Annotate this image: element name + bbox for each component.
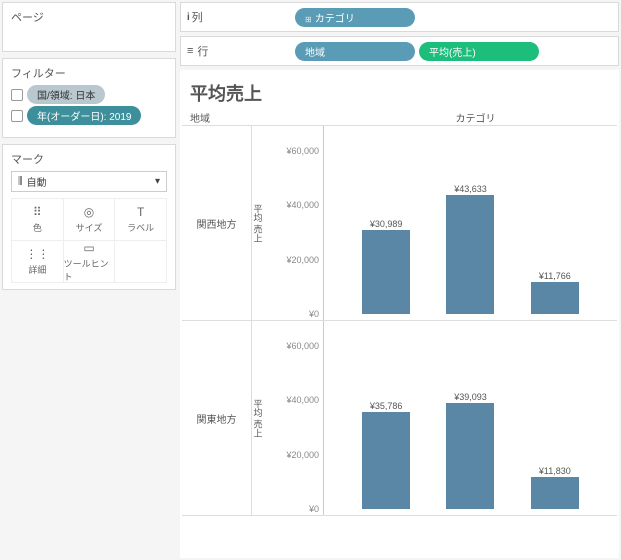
- columns-icon: iii: [187, 12, 188, 23]
- bar[interactable]: ¥30,989: [359, 219, 414, 314]
- bar-value-label: ¥43,633: [454, 184, 487, 194]
- mark-icon: ⋮⋮: [30, 247, 44, 261]
- mark-card-サイズ[interactable]: ◎ サイズ: [64, 199, 116, 241]
- marks-type-dropdown[interactable]: ⫼ 自動 ▾: [11, 171, 167, 192]
- y-tick: ¥20,000: [286, 255, 319, 265]
- bar-value-label: ¥35,786: [370, 401, 403, 411]
- y-axis-label: 平均 売上: [252, 204, 265, 243]
- y-tick: ¥40,000: [286, 200, 319, 210]
- filter-pill-label: 国/領域: 日本: [27, 85, 105, 104]
- viz-title: 平均売上: [180, 70, 619, 110]
- y-tick: ¥60,000: [286, 146, 319, 156]
- mark-card-ラベル[interactable]: T ラベル: [115, 199, 167, 241]
- rows-shelf-label: 行: [197, 43, 208, 59]
- mark-label: 色: [33, 221, 42, 234]
- bar-chart-icon: ⫼: [18, 176, 23, 187]
- y-tick: ¥0: [309, 504, 319, 514]
- y-ticks: ¥0 ¥20,000 ¥40,000 ¥60,000: [264, 321, 324, 515]
- field-icon: [11, 110, 23, 122]
- region-label: 関東地方: [182, 321, 252, 515]
- bar-value-label: ¥30,989: [370, 219, 403, 229]
- filter-pill-label: 年(オーダー日): 2019: [27, 106, 141, 125]
- field-type-icon: ⊞: [305, 15, 312, 24]
- marks-title: マーク: [11, 151, 167, 167]
- bar-rect: [531, 477, 579, 509]
- mark-label: ラベル: [127, 221, 154, 234]
- filter-pill[interactable]: 年(オーダー日): 2019: [11, 106, 167, 125]
- mark-card-empty: [115, 241, 167, 283]
- bar[interactable]: ¥11,766: [527, 271, 582, 314]
- mark-card-色[interactable]: ⠿色: [12, 199, 64, 241]
- mark-label: ツールヒント: [64, 257, 115, 283]
- y-tick: ¥20,000: [286, 450, 319, 460]
- pill-label: カテゴリ: [315, 14, 355, 25]
- mark-icon: ◎: [82, 205, 96, 219]
- bar[interactable]: ¥43,633: [443, 184, 498, 314]
- chart-row: 関西地方平均 売上¥0¥20,000¥40,000¥60,000¥30,989¥…: [182, 126, 617, 321]
- chevron-down-icon: ▾: [155, 176, 160, 187]
- rows-icon: ≡: [187, 45, 193, 57]
- bar-value-label: ¥11,830: [539, 466, 571, 476]
- rows-shelf[interactable]: ≡ 行 地域平均(売上): [180, 36, 619, 66]
- filters-title: フィルター: [11, 65, 167, 81]
- mark-icon: T: [134, 205, 148, 219]
- marks-type-label: 自動: [27, 174, 47, 189]
- y-ticks: ¥0 ¥20,000 ¥40,000 ¥60,000: [264, 126, 324, 320]
- mark-label: 詳細: [28, 263, 46, 276]
- bar[interactable]: ¥35,786: [359, 401, 414, 509]
- mark-label: サイズ: [76, 221, 103, 234]
- bars-area: ¥30,989 ¥43,633 ¥11,766: [324, 126, 617, 320]
- chart-scroll[interactable]: 関西地方平均 売上¥0¥20,000¥40,000¥60,000¥30,989¥…: [182, 125, 617, 558]
- bar[interactable]: ¥39,093: [443, 392, 498, 509]
- bar-rect: [362, 412, 410, 509]
- mark-icon: ⠿: [30, 205, 44, 219]
- marks-card[interactable]: マーク ⫼ 自動 ▾ ⠿色◎サイズTラベル⋮⋮詳細▭ツールヒント: [2, 144, 176, 290]
- bar-rect: [446, 403, 494, 509]
- y-tick: ¥0: [309, 309, 319, 319]
- header-category: カテゴリ: [360, 110, 591, 125]
- field-icon: [11, 89, 23, 101]
- y-tick: ¥40,000: [286, 395, 319, 405]
- columns-shelf[interactable]: iii 列 ⊞カテゴリ: [180, 2, 619, 32]
- header-region: 地域: [190, 110, 260, 125]
- bars-area: ¥35,786 ¥39,093 ¥11,830: [324, 321, 617, 515]
- pages-title: ページ: [11, 9, 167, 25]
- bar[interactable]: ¥11,830: [527, 466, 582, 509]
- filter-pill[interactable]: 国/領域: 日本: [11, 85, 167, 104]
- region-label: 関西地方: [182, 126, 252, 320]
- row-pill[interactable]: 平均(売上): [419, 42, 539, 61]
- mark-icon: ▭: [82, 241, 96, 255]
- bar-value-label: ¥39,093: [454, 392, 487, 402]
- mark-card-ツールヒント[interactable]: ▭ ツールヒント: [64, 241, 116, 283]
- bar-rect: [362, 230, 410, 314]
- column-pill[interactable]: ⊞カテゴリ: [295, 8, 415, 27]
- y-axis-label: 平均 売上: [252, 399, 265, 438]
- bar-value-label: ¥11,766: [539, 271, 571, 281]
- columns-shelf-label: 列: [192, 9, 203, 25]
- mark-card-詳細[interactable]: ⋮⋮ 詳細: [12, 241, 64, 283]
- chart-row: 関東地方平均 売上¥0¥20,000¥40,000¥60,000¥35,786¥…: [182, 321, 617, 516]
- filters-shelf[interactable]: フィルター 国/領域: 日本年(オーダー日): 2019: [2, 58, 176, 138]
- row-pill[interactable]: 地域: [295, 42, 415, 61]
- bar-rect: [531, 282, 579, 314]
- bar-rect: [446, 195, 494, 314]
- pages-shelf[interactable]: ページ: [2, 2, 176, 52]
- viz-area: 平均売上 地域 カテゴリ 関西地方平均 売上¥0¥20,000¥40,000¥6…: [180, 70, 619, 558]
- y-tick: ¥60,000: [286, 341, 319, 351]
